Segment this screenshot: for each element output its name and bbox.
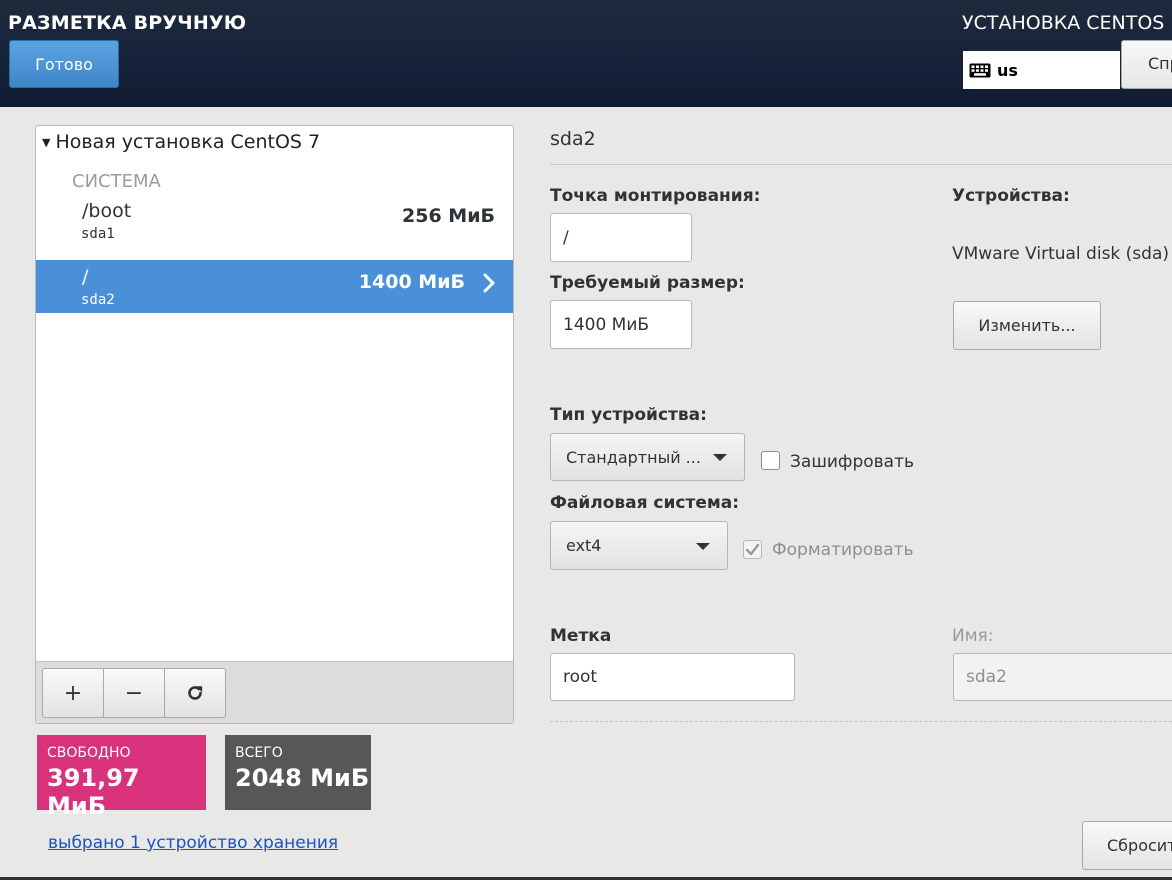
selected-storage-link[interactable]: выбрано 1 устройство хранения xyxy=(48,833,338,853)
partition-row-boot[interactable]: /boot sda1 256 МиБ xyxy=(36,194,513,247)
mount-point-label: Точка монтирования: xyxy=(550,186,761,206)
encrypt-checkbox[interactable] xyxy=(761,451,780,470)
modify-devices-button[interactable]: Изменить... xyxy=(953,301,1101,350)
divider xyxy=(550,164,1172,165)
dropdown-arrow-icon xyxy=(713,454,727,461)
keyboard-layout-indicator[interactable]: us xyxy=(963,51,1120,89)
device-type-dropdown[interactable]: Стандартный ... xyxy=(550,433,745,481)
remove-mount-point-button[interactable]: − xyxy=(103,668,165,718)
mount-point-input[interactable]: / xyxy=(550,213,692,262)
total-space-label: ВСЕГО xyxy=(235,745,283,761)
tree-root-label: Новая установка CentOS 7 xyxy=(55,131,321,153)
name-field-label: Имя: xyxy=(952,626,994,646)
refresh-icon xyxy=(188,686,203,700)
page-title: РАЗМЕТКА ВРУЧНУЮ xyxy=(8,12,247,34)
refresh-button[interactable] xyxy=(164,668,226,718)
help-button[interactable]: Справка! xyxy=(1121,40,1172,89)
selected-partition-title: sda2 xyxy=(550,128,596,150)
devices-label: Устройства: xyxy=(952,186,1070,206)
partition-mount-point: / xyxy=(82,266,89,288)
checkmark-icon xyxy=(745,543,760,556)
file-system-dropdown[interactable]: ext4 xyxy=(550,521,728,570)
dropdown-arrow-icon xyxy=(696,543,710,550)
total-space-box: ВСЕГО 2048 МиБ xyxy=(225,735,371,810)
device-type-value: Стандартный ... xyxy=(566,447,701,467)
expander-triangle-icon[interactable]: ▼ xyxy=(42,136,50,149)
partition-device: sda1 xyxy=(81,226,115,242)
file-system-value: ext4 xyxy=(566,536,602,555)
done-button[interactable]: Готово xyxy=(9,40,119,88)
section-title-system: СИСТЕМА xyxy=(72,171,161,192)
label-input[interactable]: root xyxy=(550,653,795,701)
partition-size: 1400 МиБ xyxy=(358,271,465,293)
partition-mount-point: /boot xyxy=(82,200,132,222)
name-input: sda2 xyxy=(953,653,1172,701)
partition-row-root[interactable]: / sda2 1400 МиБ xyxy=(36,260,513,313)
free-space-box: СВОБОДНО 391,97 МиБ xyxy=(37,735,206,820)
header-bar: РАЗМЕТКА ВРУЧНУЮ Готово УСТАНОВКА CENTOS… xyxy=(0,0,1172,107)
free-space-label: СВОБОДНО xyxy=(47,745,131,761)
desired-capacity-label: Требуемый размер: xyxy=(550,273,745,293)
keyboard-layout-label: us xyxy=(997,60,1018,80)
file-system-label: Файловая система: xyxy=(550,493,740,513)
dashed-divider xyxy=(550,721,1172,722)
total-space-value: 2048 МиБ xyxy=(235,764,370,792)
reset-all-button[interactable]: Сбросить все xyxy=(1082,821,1172,870)
reformat-checkbox[interactable] xyxy=(743,540,762,559)
partition-toolbar: + − xyxy=(36,661,513,723)
desired-capacity-input[interactable]: 1400 МиБ xyxy=(550,300,692,349)
label-field-label: Метка xyxy=(550,626,612,646)
free-space-value: 391,97 МиБ xyxy=(47,764,140,820)
devices-value: VMware Virtual disk (sda) xyxy=(952,244,1169,264)
installer-title: УСТАНОВКА CENTOS xyxy=(962,12,1165,34)
partition-size: 256 МиБ xyxy=(402,205,495,227)
reformat-label: Форматировать xyxy=(772,540,914,560)
mount-point-tree: ▼ Новая установка CentOS 7 СИСТЕМА /boot… xyxy=(35,125,514,724)
keyboard-icon xyxy=(969,63,991,77)
device-type-label: Тип устройства: xyxy=(550,405,707,425)
encrypt-label[interactable]: Зашифровать xyxy=(790,452,914,472)
add-mount-point-button[interactable]: + xyxy=(42,668,104,718)
tree-root[interactable]: ▼ Новая установка CentOS 7 xyxy=(42,131,320,153)
partition-device: sda2 xyxy=(81,292,115,308)
chevron-right-icon xyxy=(483,273,495,293)
